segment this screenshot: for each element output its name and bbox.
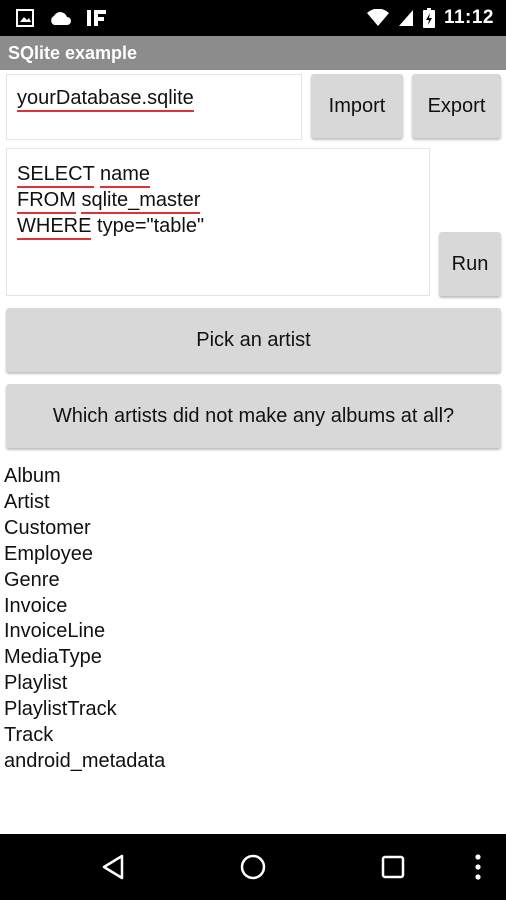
list-item: Genre <box>4 568 60 591</box>
query-line: FROM sqlite_master <box>17 187 429 214</box>
list-item: Employee <box>4 542 93 565</box>
status-left-icons <box>16 0 108 36</box>
wifi-icon <box>366 9 389 27</box>
database-filename-field[interactable]: yourDatabase.sqlite <box>6 74 302 140</box>
clock: 11:12 <box>443 7 494 28</box>
query-line: WHERE type="table" <box>17 213 429 240</box>
list-item: InvoiceLine <box>4 620 106 643</box>
list-item: Playlist <box>4 672 68 695</box>
back-icon[interactable] <box>80 834 146 900</box>
database-filename-text: yourDatabase.sqlite <box>17 87 194 112</box>
home-icon[interactable] <box>220 834 286 900</box>
query-line: SELECT name <box>17 161 429 188</box>
app-title: SQlite example <box>0 36 506 70</box>
list-item: MediaType <box>4 646 102 669</box>
battery-charging-icon <box>422 8 435 28</box>
list-item: Artist <box>4 490 50 513</box>
export-button[interactable]: Export <box>412 74 501 138</box>
overflow-menu-icon[interactable] <box>458 834 498 900</box>
list-item: PlaylistTrack <box>4 698 117 721</box>
sql-query-field[interactable]: SELECT name FROM sqlite_master WHERE typ… <box>6 148 430 296</box>
import-button[interactable]: Import <box>311 74 403 138</box>
status-bar: 11:12 <box>0 0 506 36</box>
navigation-bar <box>0 834 506 900</box>
query-identifier: sqlite_master <box>81 189 201 214</box>
list-item: Album <box>4 465 61 487</box>
query-keyword: SELECT <box>17 163 95 188</box>
query-keyword: FROM <box>17 189 76 214</box>
run-button[interactable]: Run <box>439 232 501 296</box>
cloud-icon <box>48 10 72 26</box>
image-icon <box>16 9 34 27</box>
query-text: type="table" <box>91 215 205 237</box>
if-icon <box>86 9 108 27</box>
list-item: Customer <box>4 516 91 539</box>
list-item: Track <box>4 724 54 747</box>
artists-without-albums-button[interactable]: Which artists did not make any albums at… <box>6 384 501 448</box>
pick-artist-button[interactable]: Pick an artist <box>6 308 501 372</box>
results-list: Album Artist Customer Employee Genre Inv… <box>4 464 504 775</box>
cell-signal-icon <box>398 9 414 27</box>
list-item: android_metadata <box>4 749 166 772</box>
query-keyword: WHERE <box>17 215 92 240</box>
query-identifier: name <box>100 163 151 188</box>
list-item: Invoice <box>4 594 68 617</box>
status-right-icons: 11:12 <box>366 0 494 36</box>
recents-icon[interactable] <box>360 834 426 900</box>
